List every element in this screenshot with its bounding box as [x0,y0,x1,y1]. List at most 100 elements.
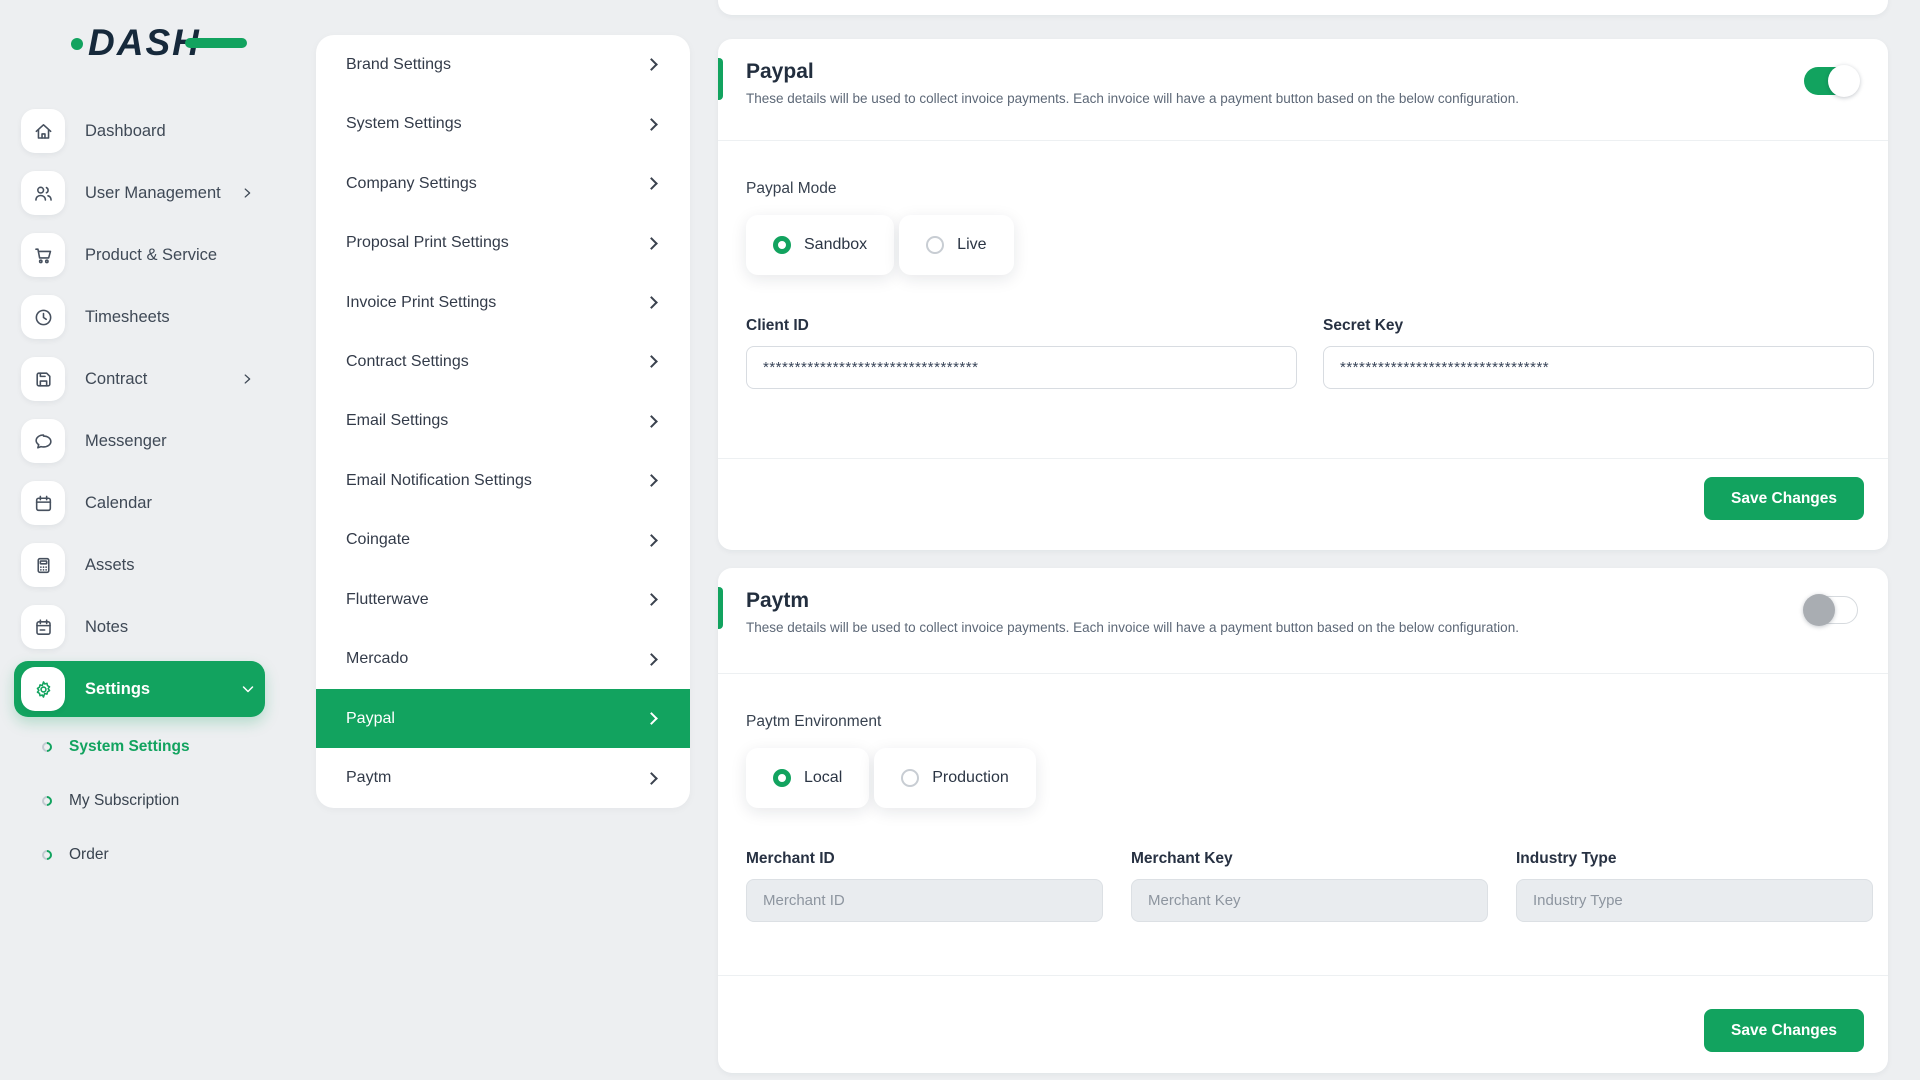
sidebar-subitem-my-subscription[interactable]: My Subscription [0,774,316,828]
chevron-right-icon [645,296,658,309]
sidebar-item-product-service[interactable]: Product & Service [0,224,316,286]
paypal-save-button[interactable]: Save Changes [1704,477,1864,520]
settings-menu-item-paytm[interactable]: Paytm [316,748,690,807]
sidebar-item-user-management[interactable]: User Management [0,162,316,224]
paypal-mode-radio-group: Sandbox Live [746,215,1874,275]
sidebar-item-timesheets[interactable]: Timesheets [0,286,316,348]
field-client-id: Client ID [746,317,1297,389]
settings-menu-panel: Brand Settings System Settings Company S… [316,35,690,808]
chevron-right-icon [645,593,658,606]
settings-menu-item-brand-settings[interactable]: Brand Settings [316,35,690,94]
settings-menu-item-label: Contract Settings [346,353,469,371]
sidebar-item-calendar[interactable]: Calendar [0,472,316,534]
paypal-card-subtitle: These details will be used to collect in… [746,91,1858,106]
chevron-right-icon [645,118,658,131]
radio-option-label: Local [804,769,842,787]
radio-option-label: Sandbox [804,236,867,254]
settings-menu-item-contract-settings[interactable]: Contract Settings [316,332,690,391]
settings-menu-item-email-notification-settings[interactable]: Email Notification Settings [316,451,690,510]
paytm-fields-row: Merchant ID Merchant Key Industry Type [746,850,1874,922]
card-accent-bar [718,58,723,100]
sidebar-item-assets[interactable]: Assets [0,534,316,596]
sidebar-item-notes[interactable]: Notes [0,596,316,658]
chevron-right-icon [645,653,658,666]
paytm-environment-radio-group: Local Production [746,748,1874,808]
chevron-right-icon [240,372,254,386]
bullet-icon [40,848,54,862]
settings-menu-item-label: Coingate [346,531,410,549]
settings-menu-item-label: System Settings [346,115,462,133]
calendar-icon [21,481,65,525]
paytm-save-button[interactable]: Save Changes [1704,1009,1864,1052]
paypal-mode-label: Paypal Mode [746,180,1874,198]
users-icon [21,171,65,215]
settings-menu-item-proposal-print-settings[interactable]: Proposal Print Settings [316,213,690,272]
field-label: Client ID [746,317,1297,335]
settings-menu-item-email-settings[interactable]: Email Settings [316,392,690,451]
merchant-key-input [1131,879,1488,922]
paytm-environment-label: Paytm Environment [746,713,1874,731]
radio-option-sandbox[interactable]: Sandbox [746,215,894,275]
sidebar-item-messenger[interactable]: Messenger [0,410,316,472]
paytm-card-subtitle: These details will be used to collect in… [746,620,1858,635]
settings-menu-item-label: Mercado [346,650,408,668]
bullet-icon [40,740,54,754]
toggle-knob-icon [1803,594,1835,626]
settings-menu-item-label: Invoice Print Settings [346,294,496,312]
paytm-enabled-toggle[interactable] [1804,596,1858,624]
paytm-card-title: Paytm [746,589,1858,613]
page: DASH Dashboard User Management Product &… [0,0,1920,1080]
sidebar-item-dashboard[interactable]: Dashboard [0,100,316,162]
chevron-right-icon [645,177,658,190]
sidebar-item-label: Product & Service [85,246,217,265]
chevron-right-icon [645,475,658,488]
sidebar-subitem-label: Order [69,846,109,864]
sidebar-item-label: Notes [85,618,128,637]
radio-option-label: Live [957,236,986,254]
settings-menu-item-invoice-print-settings[interactable]: Invoice Print Settings [316,273,690,332]
bullet-icon [40,794,54,808]
settings-menu-item-label: Company Settings [346,175,477,193]
chevron-right-icon [645,712,658,725]
field-industry-type: Industry Type [1516,850,1873,922]
settings-menu-item-coingate[interactable]: Coingate [316,511,690,570]
settings-menu-item-paypal[interactable]: Paypal [316,689,690,748]
radio-unselected-icon [901,769,919,787]
dash-logo[interactable]: DASH [88,22,201,64]
field-label: Merchant Key [1131,850,1488,868]
field-merchant-key: Merchant Key [1131,850,1488,922]
settings-menu-item-flutterwave[interactable]: Flutterwave [316,570,690,629]
settings-menu-item-company-settings[interactable]: Company Settings [316,154,690,213]
sidebar-item-label: Messenger [85,432,167,451]
logo-dot-icon [71,38,83,50]
paypal-card-body: Paypal Mode Sandbox Live Client ID Secre… [746,140,1874,389]
paypal-enabled-toggle[interactable] [1804,67,1858,95]
paypal-fields-row: Client ID Secret Key [746,317,1874,389]
sidebar-item-contract[interactable]: Contract [0,348,316,410]
field-label: Industry Type [1516,850,1873,868]
radio-option-local[interactable]: Local [746,748,869,808]
settings-menu-item-mercado[interactable]: Mercado [316,630,690,689]
sidebar-subitem-label: System Settings [69,738,190,756]
sidebar-item-settings[interactable]: Settings [14,661,265,717]
field-label: Secret Key [1323,317,1874,335]
radio-selected-icon [773,236,791,254]
chevron-right-icon [645,356,658,369]
settings-menu-item-label: Brand Settings [346,56,451,74]
sidebar-subitem-label: My Subscription [69,792,179,810]
client-id-input[interactable] [746,346,1297,389]
radio-option-label: Production [932,769,1009,787]
cart-icon [21,233,65,277]
sidebar-subitem-order[interactable]: Order [0,828,316,882]
chevron-right-icon [645,415,658,428]
sidebar-subitem-system-settings[interactable]: System Settings [0,720,316,774]
radio-option-live[interactable]: Live [899,215,1013,275]
notes-icon [21,605,65,649]
paytm-card: Paytm These details will be used to coll… [718,568,1888,1073]
settings-menu-item-system-settings[interactable]: System Settings [316,94,690,153]
paypal-card-footer: Save Changes [718,458,1888,550]
settings-menu-item-label: Email Notification Settings [346,472,532,490]
paypal-card-title: Paypal [746,60,1858,84]
radio-option-production[interactable]: Production [874,748,1036,808]
secret-key-input[interactable] [1323,346,1874,389]
